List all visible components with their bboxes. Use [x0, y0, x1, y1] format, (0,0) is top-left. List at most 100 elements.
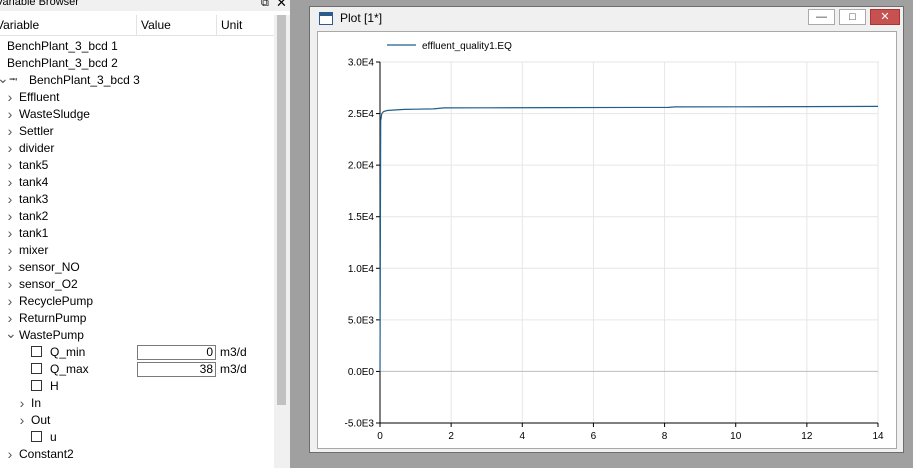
plot-checkbox[interactable] — [31, 363, 42, 374]
tree-row[interactable]: Settler — [0, 123, 274, 140]
plot-window-titlebar[interactable]: Plot [1*] — □ ✕ — [310, 7, 903, 29]
tree-item-label: ReturnPump — [19, 311, 87, 325]
tree-item-label: tank5 — [19, 158, 49, 172]
chart-svg[interactable]: 0 2 4 6 8 10 12 14 -5.0E3 0.0E0 5.0E3 1.0E4 1.5E4 2.0… — [318, 32, 896, 448]
y-tick-label: 0.0E0 — [348, 367, 375, 378]
variable-tree: BenchPlant_3_bcd 1 BenchPlant_3_bcd 2 ⭲ Ben… — [0, 36, 274, 468]
tree-item-label: Effluent — [19, 90, 60, 104]
tree-item-label: tank1 — [19, 226, 49, 240]
x-tick-label: 6 — [591, 431, 597, 442]
y-tick-label: 3.0E4 — [348, 58, 375, 69]
tree-item-label: Settler — [19, 124, 54, 138]
y-tick-label: 1.5E4 — [348, 212, 375, 223]
y-tick-label: 5.0E3 — [348, 315, 375, 326]
tree-item-label: WastePump — [19, 328, 84, 342]
tree-row[interactable]: RecyclePump — [0, 293, 274, 310]
parameter-value-input[interactable]: 38 — [137, 362, 216, 377]
tree-item-label: H — [50, 379, 59, 393]
tree-row[interactable]: divider — [0, 140, 274, 157]
tree-item-label: Q_min — [50, 345, 86, 359]
x-tick-label: 14 — [872, 431, 884, 442]
plot-checkbox[interactable] — [31, 380, 42, 391]
tree-row[interactable]: mixer — [0, 242, 274, 259]
tree-item-label: Out — [31, 413, 51, 427]
chevron-down-icon[interactable] — [5, 327, 15, 344]
tree-item-label: RecyclePump — [19, 294, 94, 308]
tree-row[interactable]: Constant2 — [0, 446, 274, 463]
tree-row[interactable]: WastePump — [0, 327, 274, 344]
plot-window-icon — [319, 12, 333, 25]
tree-row[interactable]: Effluent — [0, 89, 274, 106]
unit-label[interactable]: m3/d — [220, 361, 247, 378]
x-tick-label: 8 — [662, 431, 668, 442]
y-tick-label: 2.5E4 — [348, 109, 375, 120]
tree-row[interactable]: tank2 — [0, 208, 274, 225]
y-tick-label: 2.0E4 — [348, 161, 375, 172]
column-header-variable[interactable]: Variable — [0, 18, 39, 32]
plot-checkbox[interactable] — [31, 431, 42, 442]
pin-icon[interactable]: ⭲ — [9, 72, 17, 89]
variable-browser-title: Variable Browser — [0, 0, 79, 8]
variable-browser-panel: Variable Browser ⧉ ✕ Variable Value Unit… — [0, 0, 290, 468]
tree-item-label: WasteSludge — [19, 107, 90, 121]
tree-row[interactable]: sensor_O2 — [0, 276, 274, 293]
unit-label[interactable]: m3/d — [220, 344, 247, 361]
column-header-unit[interactable]: Unit — [221, 18, 242, 32]
tree-row[interactable]: ReturnPump — [0, 310, 274, 327]
tree-row[interactable]: tank1 — [0, 225, 274, 242]
tree-row[interactable]: tank4 — [0, 174, 274, 191]
variable-browser-header: Variable Value Unit — [0, 15, 274, 36]
tree-item-label: tank3 — [19, 192, 49, 206]
tree-item-label: sensor_O2 — [19, 277, 78, 291]
tree-row[interactable]: Out — [0, 412, 274, 429]
tree-item-label: u — [50, 430, 57, 444]
tree-item-label: tank2 — [19, 209, 49, 223]
tree-item-label: BenchPlant_3_bcd 2 — [7, 56, 118, 70]
tree-row[interactable]: In — [0, 395, 274, 412]
tree-row[interactable]: tank3 — [0, 191, 274, 208]
close-button[interactable]: ✕ — [870, 9, 900, 25]
tree-item-label: In — [31, 396, 42, 410]
tree-item-label: tank4 — [19, 175, 49, 189]
tree-row[interactable]: WasteSludge — [0, 106, 274, 123]
x-tick-label: 4 — [520, 431, 526, 442]
chevron-down-icon[interactable] — [0, 72, 7, 89]
maximize-button[interactable]: □ — [839, 9, 866, 25]
tree-item-label: divider — [19, 141, 55, 155]
close-icon[interactable]: ✕ — [276, 0, 287, 10]
variable-row[interactable]: Q_min 0 m3/d — [0, 344, 274, 361]
plot-checkbox[interactable] — [31, 346, 42, 357]
variable-row[interactable]: Q_max 38 m3/d — [0, 361, 274, 378]
column-separator — [136, 15, 137, 35]
tree-row[interactable]: sensor_NO — [0, 259, 274, 276]
variable-browser-titlebar: Variable Browser ⧉ ✕ — [0, 0, 290, 11]
tree-item-label: mixer — [19, 243, 49, 257]
float-icon[interactable]: ⧉ — [261, 0, 269, 10]
variable-row[interactable]: u — [0, 429, 274, 446]
plot-window: Plot [1*] — □ ✕ 0 2 4 6 8 10 12 14 -5.0E3 0.0E0 5.… — [309, 6, 904, 453]
minimize-button[interactable]: — — [808, 9, 835, 25]
legend-label[interactable]: effluent_quality1.EQ — [422, 41, 512, 52]
chevron-right-icon[interactable] — [5, 446, 15, 465]
x-tick-label: 0 — [377, 431, 383, 442]
parameter-value-input[interactable]: 0 — [137, 345, 216, 360]
column-separator — [216, 15, 217, 35]
y-tick-label: 1.0E4 — [348, 264, 375, 275]
tree-row[interactable]: tank5 — [0, 157, 274, 174]
tree-item-label: Q_max — [50, 362, 89, 376]
x-tick-label: 12 — [801, 431, 813, 442]
x-tick-label: 2 — [448, 431, 454, 442]
tree-item-label: BenchPlant_3_bcd 1 — [7, 39, 118, 53]
column-header-value[interactable]: Value — [141, 18, 171, 32]
tree-item-label: Constant2 — [19, 447, 74, 461]
tree-row[interactable]: ⭲ BenchPlant_3_bcd 3 — [0, 72, 274, 89]
tree-row[interactable]: BenchPlant_3_bcd 2 — [0, 55, 274, 72]
tree-item-label: sensor_NO — [19, 260, 80, 274]
plot-window-title: Plot [1*] — [340, 11, 383, 25]
scrollbar-thumb[interactable] — [277, 15, 286, 405]
variable-row[interactable]: H — [0, 378, 274, 395]
tree-row[interactable]: BenchPlant_3_bcd 1 — [0, 38, 274, 55]
vertical-scrollbar[interactable] — [274, 15, 290, 468]
tree-item-label: BenchPlant_3_bcd 3 — [29, 73, 140, 87]
plot-area[interactable]: 0 2 4 6 8 10 12 14 -5.0E3 0.0E0 5.0E3 1.0E4 1.5E4 2.0… — [317, 31, 897, 449]
